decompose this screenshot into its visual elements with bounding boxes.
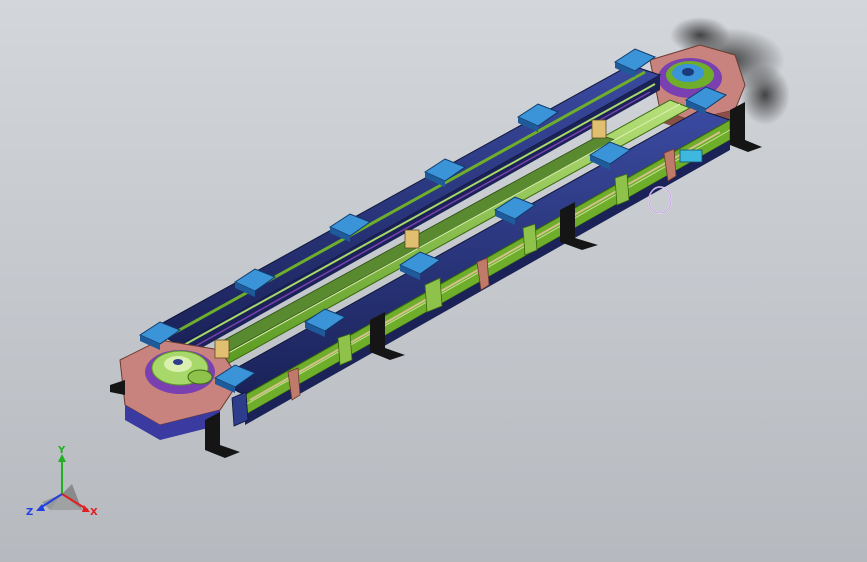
conveyor-model[interactable] (0, 0, 867, 562)
y-axis-label: Y (57, 445, 66, 456)
inner-rails (198, 99, 692, 369)
rotate-cursor-icon (648, 186, 672, 214)
x-axis-label: X (90, 507, 98, 518)
view-triad: Y X Z (26, 445, 98, 518)
cad-viewport[interactable]: Y X Z (0, 0, 867, 562)
z-axis-label: Z (26, 507, 33, 518)
